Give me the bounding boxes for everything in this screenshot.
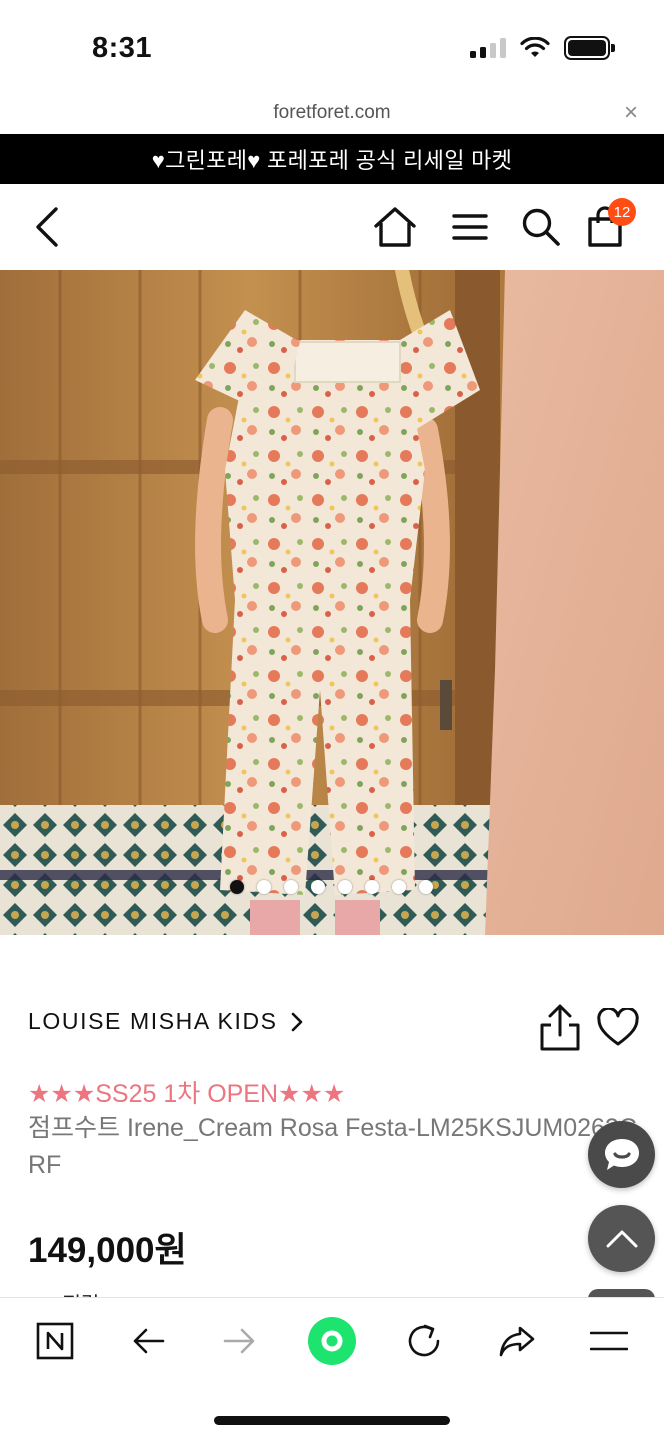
battery-icon xyxy=(564,36,615,60)
menu-icon xyxy=(590,1331,628,1351)
search-icon xyxy=(522,208,560,246)
promo-banner[interactable]: ♥그린포레♥ 포레포레 공식 리세일 마켓 xyxy=(0,134,664,184)
forward-nav-button[interactable] xyxy=(215,1316,265,1366)
carousel-dot[interactable] xyxy=(230,880,244,894)
site-header: 12 xyxy=(0,184,664,270)
share-icon xyxy=(540,1004,580,1051)
brand-link[interactable]: LOUISE MISHA KIDS xyxy=(28,1008,304,1035)
carousel-dots xyxy=(230,880,433,894)
chevron-right-icon xyxy=(291,1012,302,1031)
back-nav-button[interactable] xyxy=(123,1316,173,1366)
share-page-button[interactable] xyxy=(492,1316,542,1366)
chat-bubble-icon xyxy=(604,1138,639,1170)
brand-name: LOUISE MISHA KIDS xyxy=(28,1008,278,1034)
reload-icon xyxy=(408,1324,440,1357)
arrow-up-icon xyxy=(606,1230,637,1247)
hamburger-icon xyxy=(452,214,488,240)
share-arrow-icon xyxy=(499,1326,535,1357)
product-photo xyxy=(0,270,664,935)
back-button[interactable] xyxy=(22,202,72,252)
forward-arrow-icon xyxy=(223,1328,255,1354)
home-icon xyxy=(374,207,416,247)
cart-count-badge: 12 xyxy=(608,198,636,226)
carousel-dot[interactable] xyxy=(338,880,352,894)
wifi-icon xyxy=(520,37,550,57)
carousel-dot[interactable] xyxy=(311,880,325,894)
cellular-signal-icon xyxy=(470,38,506,58)
carousel-dot[interactable] xyxy=(419,880,433,894)
carousel-dot[interactable] xyxy=(365,880,379,894)
status-icons xyxy=(470,36,615,60)
home-indicator xyxy=(214,1416,450,1425)
carousel-dot[interactable] xyxy=(392,880,406,894)
reload-button[interactable] xyxy=(399,1316,449,1366)
url-bar[interactable]: foretforet.com × xyxy=(0,96,664,134)
menu-button[interactable] xyxy=(445,202,495,252)
back-arrow-icon xyxy=(133,1328,165,1354)
promo-banner-text: ♥그린포레♥ 포레포레 공식 리세일 마켓 xyxy=(151,148,513,173)
status-time: 8:31 xyxy=(92,32,153,64)
green-dot-button[interactable] xyxy=(305,1314,359,1368)
search-button[interactable] xyxy=(516,202,566,252)
wishlist-button[interactable] xyxy=(596,1006,640,1048)
heart-icon xyxy=(597,1006,639,1046)
status-bar: 8:31 xyxy=(0,0,664,96)
naver-home-icon xyxy=(36,1322,74,1360)
promo-tag: ★★★SS25 1차 OPEN★★★ xyxy=(28,1080,346,1108)
close-icon[interactable]: × xyxy=(624,99,638,127)
product-image-carousel[interactable] xyxy=(0,270,664,935)
product-name: 점프수트 Irene_Cream Rosa Festa-LM25KSJUM026… xyxy=(28,1114,637,1179)
browser-menu-button[interactable] xyxy=(584,1316,634,1366)
cart-button[interactable]: 12 xyxy=(580,198,636,252)
carousel-dot[interactable] xyxy=(257,880,271,894)
url-text[interactable]: foretforet.com xyxy=(0,102,664,124)
home-button[interactable] xyxy=(370,202,420,252)
scroll-top-button[interactable] xyxy=(588,1205,655,1272)
chat-button[interactable] xyxy=(588,1121,655,1188)
green-dot-icon xyxy=(308,1317,356,1365)
share-button[interactable] xyxy=(536,1003,584,1053)
product-price: 149,000원 xyxy=(28,1231,187,1270)
naver-home-button[interactable] xyxy=(30,1316,80,1366)
chevron-left-icon xyxy=(36,207,58,247)
carousel-dot[interactable] xyxy=(284,880,298,894)
